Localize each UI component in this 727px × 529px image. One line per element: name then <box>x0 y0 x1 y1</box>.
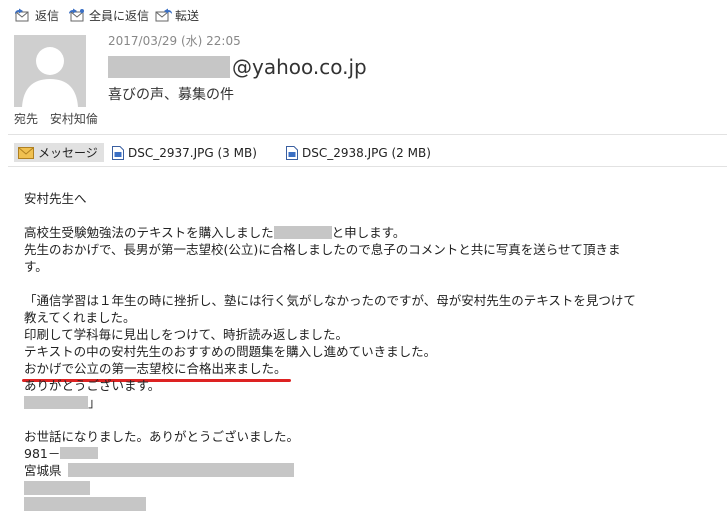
image-file-icon <box>112 145 124 160</box>
body-text: と申します。 <box>331 225 406 240</box>
zip-code: 981－ <box>24 446 61 461</box>
attachment-item[interactable]: DSC_2937.JPG (3 MB) <box>112 143 257 162</box>
person-icon <box>22 47 78 107</box>
greeting: 安村先生へ <box>24 191 87 206</box>
quote-line: 「通信学習は１年生の時に挫折し、塾には行く気がしなかったのですが、母が安村先生の… <box>24 293 636 308</box>
divider <box>8 166 727 167</box>
redacted-name <box>24 396 88 409</box>
quote-line: テキストの中の安村先生のおすすめの問題集を購入し進めていきました。 <box>24 344 437 359</box>
message-tab-label: メッセージ <box>38 146 98 160</box>
body-line: 高校生受験勉強法のテキストを購入しました と申します。 <box>24 224 724 241</box>
image-file-icon <box>286 145 298 160</box>
message-tab[interactable]: メッセージ <box>14 143 104 162</box>
recipient-line: 宛先 安村知倫 <box>14 110 98 127</box>
closing-line: お世話になりました。ありがとうございました。 <box>24 429 300 444</box>
reply-label: 返信 <box>35 8 60 23</box>
envelope-icon <box>18 146 34 159</box>
address-line: 宮城県 <box>24 462 724 479</box>
redacted-line <box>24 481 90 495</box>
reply-all-button[interactable]: 全員に返信 <box>68 6 149 24</box>
redacted-address <box>67 463 294 477</box>
quote-line: 印刷して学科毎に見出しをつけて、時折読み返しました。 <box>24 327 349 342</box>
sent-date: 2017/03/29 (水) 22:05 <box>108 34 241 48</box>
redacted-sender-name <box>108 56 230 78</box>
quote-line: 教えてくれました。 <box>24 310 136 325</box>
redacted-name <box>273 226 332 239</box>
message-body: 安村先生へ 高校生受験勉強法のテキストを購入しました と申します。 先生のおかげで… <box>22 190 724 513</box>
divider <box>8 134 727 135</box>
quote-line: ありがとうございます。 <box>24 378 161 393</box>
quote-end: 」 <box>88 395 101 410</box>
to-value[interactable]: 安村知倫 <box>50 112 98 126</box>
body-line: 先生のおかげで、長男が第一志望校(公立)に合格しましたので息子のコメントと共に写… <box>24 242 621 257</box>
to-label: 宛先 <box>14 112 39 126</box>
reply-all-icon <box>69 8 84 22</box>
sender-address[interactable]: @yahoo.co.jp <box>108 52 367 82</box>
forward-label: 転送 <box>175 8 200 23</box>
reply-button[interactable]: 返信 <box>14 6 59 24</box>
quote-line: 」 <box>24 394 724 411</box>
forward-icon <box>155 8 172 22</box>
attachment-name: DSC_2937.JPG (3 MB) <box>128 145 257 160</box>
attachment-item[interactable]: DSC_2938.JPG (2 MB) <box>286 143 431 162</box>
address-line: 981－ <box>24 445 724 462</box>
reply-all-label: 全員に返信 <box>89 8 150 23</box>
highlighted-sentence: おかげで公立の第一志望校に合格出来ました。 <box>22 360 291 382</box>
avatar <box>14 35 86 107</box>
quote-line-highlighted: おかげで公立の第一志望校に合格出来ました。 <box>22 360 724 382</box>
toolbar: 返信 全員に返信 転送 <box>0 0 727 30</box>
redacted-zip <box>60 447 99 459</box>
sender-domain: @yahoo.co.jp <box>232 55 367 79</box>
attachment-name: DSC_2938.JPG (2 MB) <box>302 145 431 160</box>
body-text: 高校生受験勉強法のテキストを購入しました <box>24 225 274 240</box>
subject: 喜びの声、募集の件 <box>108 87 234 103</box>
prefecture: 宮城県 <box>24 463 62 478</box>
body-line: す。 <box>24 259 48 274</box>
quote-text: おかげで公立の第一志望校に合格出来ました。 <box>24 361 287 376</box>
forward-button[interactable]: 転送 <box>154 6 199 24</box>
reply-icon <box>15 8 29 22</box>
redacted-line <box>24 497 146 511</box>
attachment-bar: メッセージ DSC_2937.JPG (3 MB) DSC_2938.JPG (… <box>0 140 727 164</box>
